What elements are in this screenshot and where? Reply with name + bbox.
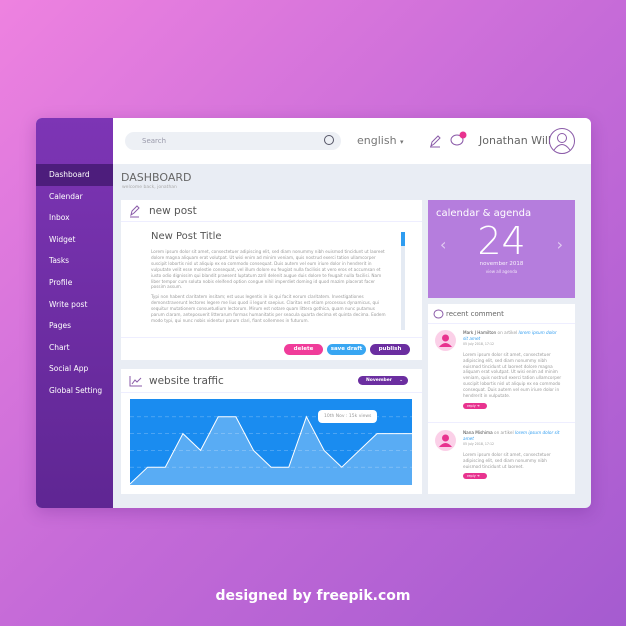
website-traffic-card: website traffic November ⌄ 10th Nov : 15k… <box>121 369 422 494</box>
comment-text: Lorem ipsum dolor sit amet, consectetuer… <box>463 451 551 469</box>
chevron-down-icon: ⌄ <box>399 378 403 383</box>
sidebar-item-tasks[interactable]: Tasks <box>36 250 113 272</box>
commenter-name[interactable]: Mark J Hamilton <box>463 330 496 335</box>
comment-icon <box>433 309 444 319</box>
search-input[interactable]: Search <box>125 132 341 150</box>
paragraph: Lorem ipsum dolor sit amet, consectetuer… <box>151 249 385 290</box>
comment-on-label: on artikel <box>496 330 519 335</box>
page-subtitle: welcome back, jonathan <box>122 185 177 190</box>
line-chart-icon <box>129 376 142 387</box>
commenter-avatar <box>435 330 456 351</box>
comment-on-label: on artikel <box>492 430 515 435</box>
calendar-header: calendar & agenda <box>436 208 532 219</box>
scrollbar[interactable] <box>401 232 405 330</box>
post-body-textarea[interactable]: Lorem ipsum dolor sit amet, consectetuer… <box>151 249 386 324</box>
traffic-header: website traffic <box>149 375 224 387</box>
recent-comment-header: recent comment <box>446 310 504 318</box>
save-draft-button[interactable]: save draft <box>327 344 366 355</box>
chevron-left-icon[interactable]: ‹ <box>440 235 446 254</box>
user-name[interactable]: Jonathan Will <box>479 132 551 150</box>
calendar-month-year: november 2018 <box>479 261 524 267</box>
language-label: english <box>357 134 397 147</box>
sidebar: Dashboard Calendar Inbox Widget Tasks Profile… <box>36 118 113 508</box>
sidebar-item-pages[interactable]: Pages <box>36 315 113 337</box>
comment-text: Lorem ipsum dolor sit amet, consectetuer… <box>463 351 562 399</box>
page-title: DASHBOARD <box>121 171 192 184</box>
chart-tooltip: 10th Nov : 15k views <box>318 410 378 423</box>
commenter-avatar <box>435 430 456 451</box>
calendar-day: 24 <box>477 219 526 263</box>
sidebar-item-dashboard[interactable]: Dashboard <box>36 164 113 186</box>
commenter-name[interactable]: Nana Mishima <box>463 430 493 435</box>
sidebar-item-chart[interactable]: Chart <box>36 337 113 359</box>
user-avatar[interactable] <box>549 128 575 154</box>
sidebar-item-calendar[interactable]: Calendar <box>36 186 113 208</box>
delete-button[interactable]: delete <box>284 344 323 355</box>
sidebar-item-write-post[interactable]: Write post <box>36 294 113 316</box>
sidebar-item-inbox[interactable]: Inbox <box>36 207 113 229</box>
recent-comment-card: recent comment Mark J Hamilton on artike… <box>428 304 575 494</box>
pencil-icon <box>130 205 140 218</box>
search-icon[interactable] <box>324 135 334 145</box>
comment-date: 05 july 2018, 17:12 <box>463 341 495 346</box>
month-label: November <box>366 378 393 383</box>
reply-button[interactable]: reply ➜ <box>463 473 487 480</box>
calendar-card: calendar & agenda 24 november 2018 view … <box>428 200 575 298</box>
search-placeholder: Search <box>142 137 167 145</box>
sidebar-item-social-app[interactable]: Social App <box>36 358 113 380</box>
paragraph: Typi non habent claritatem insitam; est … <box>151 294 386 323</box>
reply-button[interactable]: reply ➜ <box>463 402 487 409</box>
footer-credit: designed by freepik.com <box>215 588 411 604</box>
post-title-input[interactable]: New Post Title <box>151 231 222 242</box>
sidebar-item-global-setting[interactable]: Global Setting <box>36 380 113 402</box>
new-post-card: new post New Post Title Lorem ipsum dolo… <box>121 200 422 360</box>
new-post-header: new post <box>149 205 197 217</box>
view-all-agenda-link[interactable]: view all agenda <box>428 269 575 274</box>
top-bar: Search english ▾ Jonathan Will <box>113 118 591 164</box>
comment-date: 05 july 2018, 17:12 <box>463 441 495 446</box>
caret-down-icon: ▾ <box>400 138 404 146</box>
month-dropdown[interactable]: November ⌄ <box>358 376 408 385</box>
scrollbar-thumb[interactable] <box>401 232 405 246</box>
sidebar-item-widget[interactable]: Widget <box>36 229 113 251</box>
chevron-right-icon[interactable]: › <box>557 235 563 254</box>
sidebar-item-profile[interactable]: Profile <box>36 272 113 294</box>
dashboard-window: Dashboard Calendar Inbox Widget Tasks Profile… <box>36 118 591 508</box>
language-select[interactable]: english ▾ <box>357 132 404 151</box>
publish-button[interactable]: publish <box>370 344 410 355</box>
comment-notification-icon[interactable] <box>450 130 468 148</box>
pencil-icon[interactable] <box>429 134 441 148</box>
